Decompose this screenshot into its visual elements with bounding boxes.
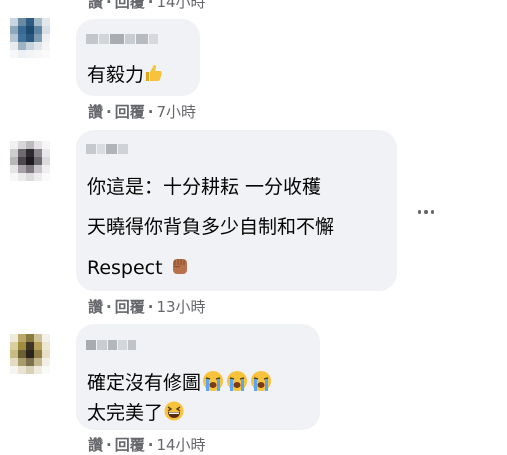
- separator: ·: [147, 103, 154, 121]
- separator: ·: [106, 436, 112, 454]
- timestamp-link[interactable]: 14小時: [156, 0, 205, 11]
- comment-actions: 讚 · 回覆 · 13小時: [88, 296, 206, 317]
- comment-text: 確定沒有修圖: [87, 368, 273, 398]
- separator: ·: [147, 0, 154, 11]
- raised-fist-icon: [169, 255, 191, 282]
- comment-text-line: Respect: [87, 257, 163, 279]
- reply-link[interactable]: 回覆: [115, 103, 145, 121]
- author-name-redacted[interactable]: [86, 340, 136, 350]
- more-options-button[interactable]: [415, 201, 437, 223]
- avatar[interactable]: [10, 141, 50, 181]
- thumbs-up-icon: [144, 63, 164, 88]
- like-link[interactable]: 讚: [88, 436, 103, 454]
- dot: [417, 210, 422, 214]
- like-link[interactable]: 讚: [88, 298, 103, 316]
- timestamp-link[interactable]: 7小時: [156, 103, 196, 121]
- loudly-crying-face-icon: [201, 369, 225, 398]
- comment-text: 有毅力: [87, 60, 164, 88]
- separator: ·: [147, 436, 154, 454]
- like-link[interactable]: 讚: [88, 103, 103, 121]
- author-name-redacted[interactable]: [86, 34, 158, 44]
- comment-text-line: 太完美了: [87, 402, 164, 424]
- reply-link[interactable]: 回覆: [115, 436, 145, 454]
- comment-text-line: 有毅力: [87, 64, 145, 86]
- loudly-crying-face-icon: [249, 369, 273, 398]
- comment-actions: 讚 · 回覆 · 7小時: [88, 101, 196, 122]
- separator: ·: [106, 103, 112, 121]
- comment-text-line: 天曉得你背負多少自制和不懈: [87, 216, 335, 238]
- reply-link[interactable]: 回覆: [115, 298, 145, 316]
- author-name-redacted[interactable]: [86, 144, 128, 154]
- timestamp-link[interactable]: 14小時: [156, 436, 205, 454]
- comment-text-line: 你這是：十分耕耘 一分收穫: [87, 176, 322, 198]
- grinning-squinting-face-icon: [163, 400, 185, 427]
- comment-text-line: 確定沒有修圖: [87, 372, 202, 394]
- comment-text: Respect: [87, 255, 191, 282]
- like-link[interactable]: 讚: [88, 0, 103, 11]
- loudly-crying-face-icon: [225, 369, 249, 398]
- comment-actions: 讚 · 回覆 · 14小時: [88, 0, 206, 12]
- separator: ·: [147, 298, 154, 316]
- timestamp-link[interactable]: 13小時: [156, 298, 205, 316]
- comment-actions: 讚 · 回覆 · 14小時: [88, 434, 206, 455]
- avatar[interactable]: [10, 334, 50, 374]
- dot: [424, 210, 428, 214]
- comment-text: 太完美了: [87, 398, 185, 427]
- separator: ·: [106, 0, 112, 11]
- dot: [430, 210, 435, 214]
- reply-link[interactable]: 回覆: [115, 0, 145, 11]
- separator: ·: [106, 298, 112, 316]
- avatar[interactable]: [10, 18, 50, 58]
